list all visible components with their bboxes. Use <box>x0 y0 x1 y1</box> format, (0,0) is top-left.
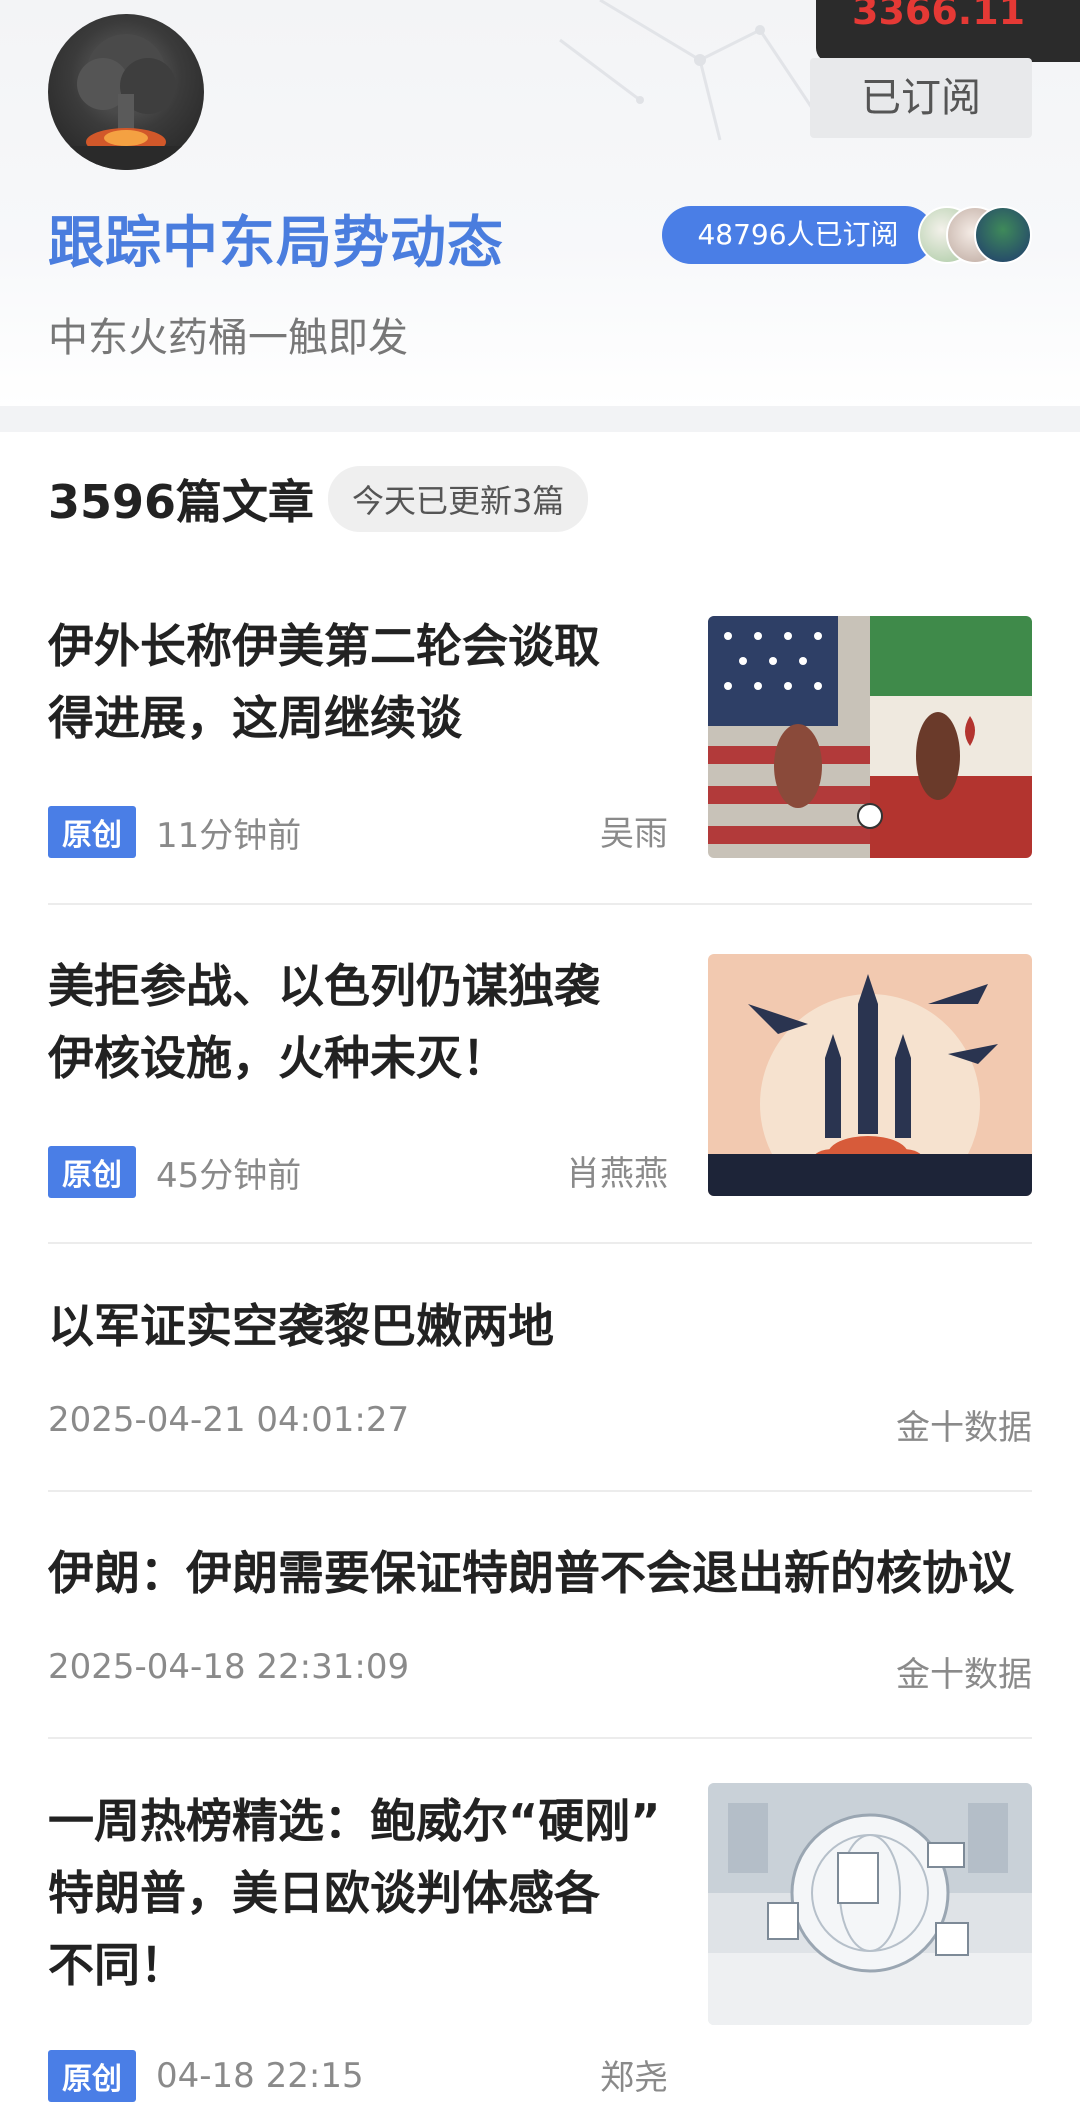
item-divider <box>48 1737 1032 1739</box>
article-item[interactable]: 伊外长称伊美第二轮会谈取 得进展，这周继续谈 原创 11分钟前 吴雨 <box>48 610 1032 860</box>
article-time: 11分钟前 <box>156 815 302 856</box>
missiles-jets-illustration-image <box>708 954 1032 1196</box>
article-meta: 原创 45分钟前 <box>48 1146 301 1198</box>
item-divider <box>48 1242 1032 1244</box>
news-globe-office-image <box>708 1783 1032 2025</box>
article-meta: 原创 11分钟前 <box>48 806 301 858</box>
subscriber-avatar-3 <box>974 206 1032 264</box>
article-title: 伊朗：伊朗需要保证特朗普不会退出新的核协议 <box>48 1546 1014 1600</box>
us-iran-flags-soccer-image <box>708 616 1032 858</box>
item-divider <box>48 1490 1032 1492</box>
article-item[interactable]: 一周热榜精选：鲍威尔“硬刚” 特朗普，美日欧谈判体感各 不同！ 原创 04-18… <box>48 1783 1032 2115</box>
article-source[interactable]: 金十数据 <box>896 1400 1032 1449</box>
article-meta: 2025-04-18 22:31:09 <box>48 1647 409 1687</box>
article-thumbnail <box>708 1783 1032 2025</box>
article-meta: 原创 04-18 22:15 <box>48 2050 364 2102</box>
article-item[interactable]: 美拒参战、以色列仍谋独袭 伊核设施，火种未灭！ 原创 45分钟前 肖燕燕 <box>48 950 1032 1200</box>
article-title: 以军证实空袭黎巴嫩两地 <box>48 1299 554 1353</box>
article-time: 2025-04-21 04:01:27 <box>48 1400 410 1440</box>
article-source[interactable]: 金十数据 <box>896 1647 1032 1696</box>
article-thumbnail <box>708 616 1032 858</box>
article-list-header: 3596篇文章 今天已更新3篇 <box>48 466 589 532</box>
article-author[interactable]: 吴雨 <box>600 806 668 855</box>
article-time: 2025-04-18 22:31:09 <box>48 1647 410 1687</box>
article-time: 04-18 22:15 <box>156 2056 364 2096</box>
subscriber-avatars[interactable] <box>918 206 1032 264</box>
ticker-value: 3366.11 <box>852 0 1026 33</box>
article-item[interactable]: 伊朗：伊朗需要保证特朗普不会退出新的核协议 2025-04-18 22:31:0… <box>48 1537 1032 1697</box>
original-tag: 原创 <box>48 806 136 858</box>
original-tag: 原创 <box>48 1146 136 1198</box>
article-thumbnail <box>708 954 1032 1196</box>
topic-title: 跟踪中东局势动态 <box>48 210 504 276</box>
article-title: 一周热榜精选：鲍威尔“硬刚” 特朗普，美日欧谈判体感各 不同！ <box>48 1794 661 1992</box>
article-item[interactable]: 以军证实空袭黎巴嫩两地 2025-04-21 04:01:27 金十数据 <box>48 1290 1032 1450</box>
article-author[interactable]: 郑尧 <box>600 2050 668 2099</box>
subscribed-button[interactable]: 已订阅 <box>810 58 1032 138</box>
subscriber-count-badge[interactable]: 48796人已订阅 <box>662 206 934 264</box>
article-author[interactable]: 肖燕燕 <box>566 1146 668 1195</box>
topic-header: 3366.11 已订阅 跟踪中东局势动态 48796人已订阅 中东火药桶一触即发 <box>0 0 1080 408</box>
item-divider <box>48 903 1032 905</box>
article-title: 伊外长称伊美第二轮会谈取 得进展，这周继续谈 <box>48 619 600 745</box>
topic-avatar <box>48 14 204 170</box>
article-time: 45分钟前 <box>156 1155 302 1196</box>
article-title: 美拒参战、以色列仍谋独袭 伊核设施，火种未灭！ <box>48 959 600 1085</box>
explosion-icon <box>48 34 204 170</box>
topic-subtitle: 中东火药桶一触即发 <box>48 315 408 361</box>
article-count: 3596篇文章 <box>48 475 315 529</box>
original-tag: 原创 <box>48 2050 136 2102</box>
section-divider <box>0 406 1080 432</box>
index-ticker[interactable]: 3366.11 <box>816 0 1080 62</box>
article-meta: 2025-04-21 04:01:27 <box>48 1400 409 1440</box>
updated-today-badge: 今天已更新3篇 <box>328 466 589 532</box>
